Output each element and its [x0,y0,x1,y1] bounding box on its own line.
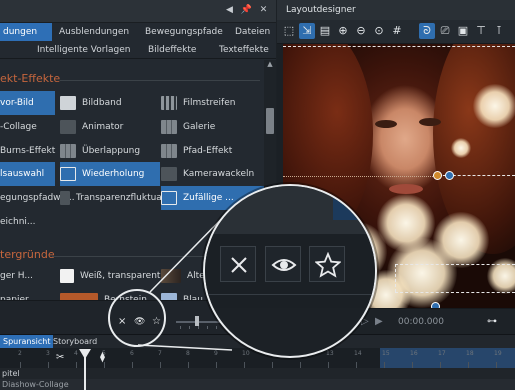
favorite-star-button[interactable] [309,246,345,282]
callout-selected-area [333,186,375,220]
remove-effect-button[interactable] [220,246,256,282]
callout-source-circle [108,289,166,347]
preview-eye-button[interactable] [265,246,301,282]
star-icon [315,252,341,278]
zoom-callout [203,184,377,358]
close-icon [231,257,247,273]
callout-divider [205,294,375,295]
eye-icon [271,259,297,271]
